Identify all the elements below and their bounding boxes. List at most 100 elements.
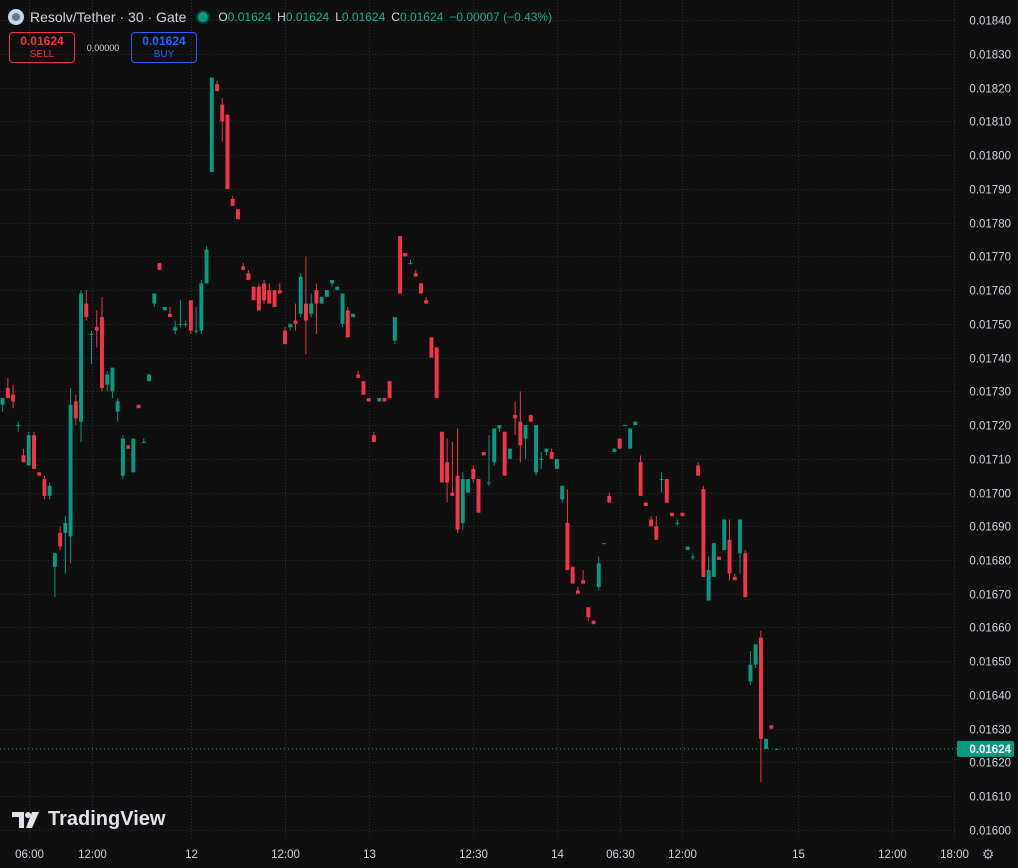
sell-price: 0.01624 — [20, 33, 64, 48]
candle-body — [612, 448, 617, 453]
market-status-icon[interactable] — [198, 12, 209, 22]
candle-body — [408, 263, 413, 265]
candle-body — [643, 502, 648, 507]
candle-body — [445, 462, 450, 483]
candle-body — [649, 519, 654, 527]
candle-body — [523, 425, 528, 439]
candle-body — [497, 425, 502, 429]
candle-body — [209, 77, 214, 173]
buy-price: 0.01624 — [142, 33, 186, 48]
candle-body — [335, 286, 340, 291]
buy-button[interactable]: 0.01624 BUY — [131, 32, 197, 63]
candle-body — [68, 404, 73, 537]
candle-body — [340, 293, 345, 324]
time-tick-label: 18:00 — [940, 849, 969, 861]
candle-body — [711, 543, 716, 577]
candle-body — [581, 580, 586, 584]
candle-body — [748, 664, 753, 682]
symbol-title[interactable]: Resolv/Tether · 30 · Gate — [30, 9, 186, 25]
price-tick-label: 0.01840 — [969, 16, 1011, 28]
candle-body — [120, 438, 125, 476]
candle-body — [664, 479, 669, 503]
price-tick-label: 0.01790 — [969, 185, 1011, 197]
candle-body — [675, 522, 680, 524]
candle-body — [476, 479, 481, 513]
candle-body — [685, 546, 690, 550]
candle-body — [539, 458, 544, 460]
candle-body — [398, 236, 403, 294]
candle-body — [157, 263, 162, 270]
candle-body — [586, 607, 591, 618]
close-label: C — [391, 10, 400, 24]
low-label: L — [335, 10, 342, 24]
candle-body — [638, 462, 643, 496]
candle-body — [94, 327, 99, 331]
candle-body — [549, 452, 554, 459]
candle-body — [628, 428, 633, 449]
price-tick-label: 0.01670 — [969, 590, 1011, 602]
candle-body — [324, 290, 329, 297]
candle-body — [732, 576, 737, 581]
tradingview-logo[interactable]: TradingView — [12, 808, 165, 831]
price-chart[interactable]: 0.01840 0.01830 0.01820 0.01810 0.01800 0.017… — [0, 0, 1018, 868]
candle-body — [633, 421, 638, 426]
candle-body — [283, 330, 287, 345]
candle-body — [413, 273, 418, 277]
price-tick-label: 0.01730 — [969, 387, 1011, 399]
price-tick-label: 0.01660 — [969, 623, 1011, 635]
candle-body — [738, 519, 742, 554]
candle-body — [690, 556, 695, 558]
price-axis[interactable]: 0.01840 0.01830 0.01820 0.01810 0.01800 0.017… — [969, 16, 1011, 838]
candle-body — [371, 435, 376, 442]
candle-body — [758, 637, 763, 739]
price-tick-label: 0.01700 — [969, 489, 1011, 501]
candle-body — [11, 394, 16, 402]
candle-body — [100, 317, 104, 388]
candle-body — [105, 374, 110, 385]
spread-value: 0.00000 — [86, 42, 120, 53]
candle-body — [486, 482, 491, 484]
candle-body — [230, 199, 235, 206]
candle-body — [722, 519, 727, 550]
candle-body — [303, 303, 308, 321]
candle-body — [58, 533, 63, 547]
candle-body — [330, 280, 335, 284]
candle-body — [429, 337, 434, 358]
candle-body — [309, 303, 314, 314]
sell-button[interactable]: 0.01624 SELL — [9, 32, 75, 63]
candle-body — [32, 435, 36, 469]
candle-body — [84, 303, 89, 318]
price-tick-label: 0.01690 — [969, 522, 1011, 534]
settings-gear-icon[interactable]: ⚙ — [980, 846, 996, 862]
candle-body — [63, 522, 68, 534]
candle-body — [262, 283, 267, 301]
candle-body — [518, 421, 523, 446]
candle-body — [141, 441, 146, 443]
candle-body — [560, 485, 565, 500]
candle-body — [575, 590, 580, 594]
time-tick-label: 14 — [551, 849, 564, 861]
candle-body — [26, 435, 31, 466]
candle-body — [21, 455, 26, 463]
candle-body — [544, 448, 549, 453]
change-value: −0.00007 (−0.43%) — [449, 10, 553, 24]
candle-body — [403, 253, 408, 257]
candle-body — [162, 306, 167, 311]
candle-body — [471, 468, 476, 480]
price-tick-label: 0.01640 — [969, 691, 1011, 703]
time-axis[interactable]: 06:00 12:00 12 12:00 13 12:30 14 06:30 12:00 15 12… — [15, 849, 969, 861]
candle-body — [434, 347, 439, 399]
open-value: 0.01624 — [227, 10, 272, 24]
price-tick-label: 0.01810 — [969, 117, 1011, 129]
candle-body — [670, 512, 674, 517]
time-tick-label: 13 — [363, 849, 376, 861]
price-tick-label: 0.01750 — [969, 320, 1011, 332]
candle-body — [277, 290, 282, 294]
price-tick-label: 0.01820 — [969, 84, 1011, 96]
price-tick-label: 0.01770 — [969, 252, 1011, 264]
candle-body — [602, 543, 606, 545]
price-tick-label: 0.01780 — [969, 219, 1011, 231]
candle-body — [136, 404, 141, 409]
candle-body — [288, 323, 293, 328]
price-tick-label: 0.01650 — [969, 657, 1011, 669]
